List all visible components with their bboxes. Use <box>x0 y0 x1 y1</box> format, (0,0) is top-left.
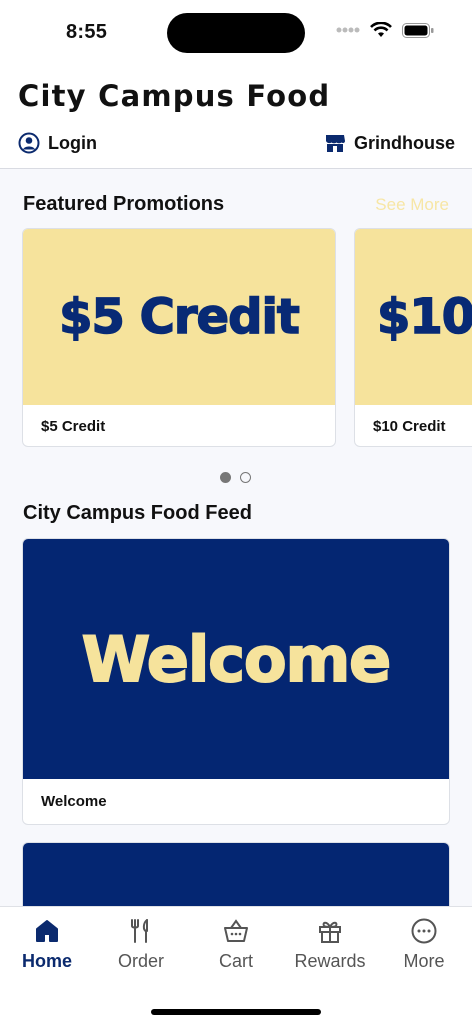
gift-icon <box>319 921 341 943</box>
carousel-page-indicator[interactable] <box>220 472 251 483</box>
basket-icon <box>224 919 248 942</box>
promotions-title: Featured Promotions <box>23 193 225 215</box>
home-indicator <box>151 1009 321 1015</box>
see-more-link[interactable]: See More <box>375 195 449 215</box>
login-button[interactable]: Login <box>18 132 97 154</box>
tab-bar: Home Order Cart Rewards More <box>0 906 472 1024</box>
feed-image: Welcome <box>23 539 449 779</box>
store-icon <box>325 135 345 152</box>
store-selector[interactable]: Grindhouse <box>324 132 455 154</box>
promo-label: $10 Credit <box>373 418 446 435</box>
promo-image: $5 Credit <box>23 229 335 405</box>
login-label: Login <box>48 132 97 153</box>
tab-home[interactable]: Home <box>0 917 94 972</box>
promo-card[interactable]: $5 Credit $5 Credit <box>22 228 336 447</box>
tab-rewards[interactable]: Rewards <box>283 917 377 972</box>
promo-image: $10 <box>355 229 472 405</box>
feed-title: City Campus Food Feed <box>23 502 252 524</box>
dynamic-island <box>167 13 305 53</box>
more-icon <box>411 918 437 944</box>
promo-card[interactable]: $10 $10 Credit <box>354 228 472 447</box>
promo-image-text: $10 <box>376 288 472 346</box>
status-icons <box>336 22 434 38</box>
battery-icon <box>402 22 434 38</box>
wifi-icon <box>370 22 392 37</box>
tab-cart[interactable]: Cart <box>189 917 283 972</box>
promo-label: $5 Credit <box>41 418 106 435</box>
tab-label: Rewards <box>294 951 366 971</box>
page-dot-1[interactable] <box>220 472 231 483</box>
user-icon <box>18 132 40 154</box>
tab-label: Order <box>117 951 164 971</box>
tab-label: Home <box>21 951 72 971</box>
tab-order[interactable]: Order <box>94 917 188 972</box>
home-icon <box>36 920 58 942</box>
tab-label: More <box>403 951 445 971</box>
status-bar: 8:55 <box>0 0 472 62</box>
store-label: Grindhouse <box>353 132 455 153</box>
app-title: City Campus Food <box>18 79 331 113</box>
app-header: City Campus Food Login Grindhouse <box>0 62 472 169</box>
promo-image-text: $5 Credit <box>58 288 300 346</box>
signal-icon <box>336 27 360 33</box>
feed-label: Welcome <box>41 793 107 810</box>
page-dot-2[interactable] <box>240 472 251 483</box>
fork-knife-icon <box>131 919 148 943</box>
feed-image-text: Welcome <box>81 622 392 697</box>
tab-more[interactable]: More <box>377 917 471 972</box>
tab-label: Cart <box>218 951 253 971</box>
feed-card[interactable]: Welcome Welcome <box>22 538 450 825</box>
status-time: 8:55 <box>66 21 108 43</box>
